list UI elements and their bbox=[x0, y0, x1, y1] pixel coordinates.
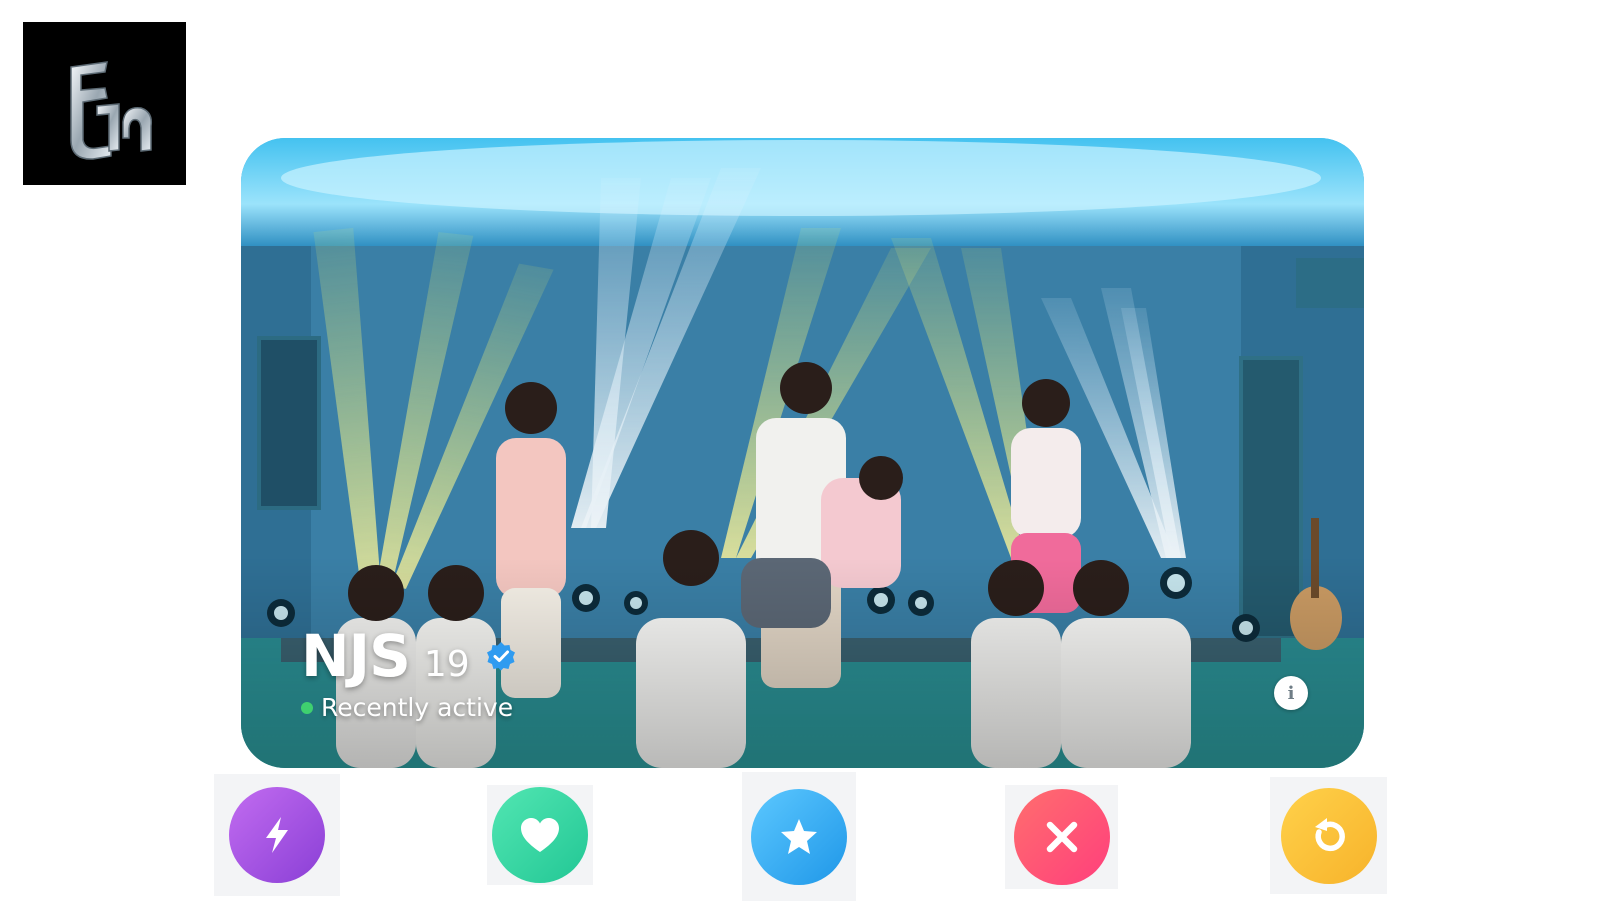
status-text: Recently active bbox=[321, 693, 514, 722]
heart-icon bbox=[521, 818, 559, 852]
rewind-button[interactable] bbox=[1280, 787, 1377, 884]
super-like-button[interactable] bbox=[751, 788, 847, 885]
online-dot-icon bbox=[301, 701, 313, 714]
nope-button[interactable] bbox=[1013, 789, 1110, 885]
super-like-button-tile bbox=[742, 772, 856, 901]
profile-name: NJS bbox=[301, 622, 411, 690]
profile-info: NJS 19 Recently active bbox=[301, 627, 516, 722]
activity-status: Recently active bbox=[301, 693, 516, 722]
verified-check-icon bbox=[486, 642, 515, 671]
star-icon bbox=[781, 818, 817, 854]
lightning-icon bbox=[266, 817, 288, 853]
name-row: NJS 19 bbox=[301, 627, 516, 685]
close-icon bbox=[1046, 821, 1077, 853]
rewind-button-tile bbox=[1270, 777, 1387, 894]
info-button[interactable]: i bbox=[1274, 676, 1308, 710]
profile-card[interactable]: NJS 19 Recently active i bbox=[241, 138, 1364, 768]
boost-button[interactable] bbox=[229, 787, 325, 883]
app-logo bbox=[23, 22, 186, 185]
like-button-tile bbox=[487, 785, 593, 885]
profile-age: 19 bbox=[423, 644, 470, 685]
rewind-icon bbox=[1314, 817, 1345, 851]
like-button[interactable] bbox=[492, 787, 588, 883]
monogram-logo-icon bbox=[70, 61, 153, 160]
boost-button-tile bbox=[214, 774, 340, 896]
nope-button-tile bbox=[1005, 785, 1118, 889]
